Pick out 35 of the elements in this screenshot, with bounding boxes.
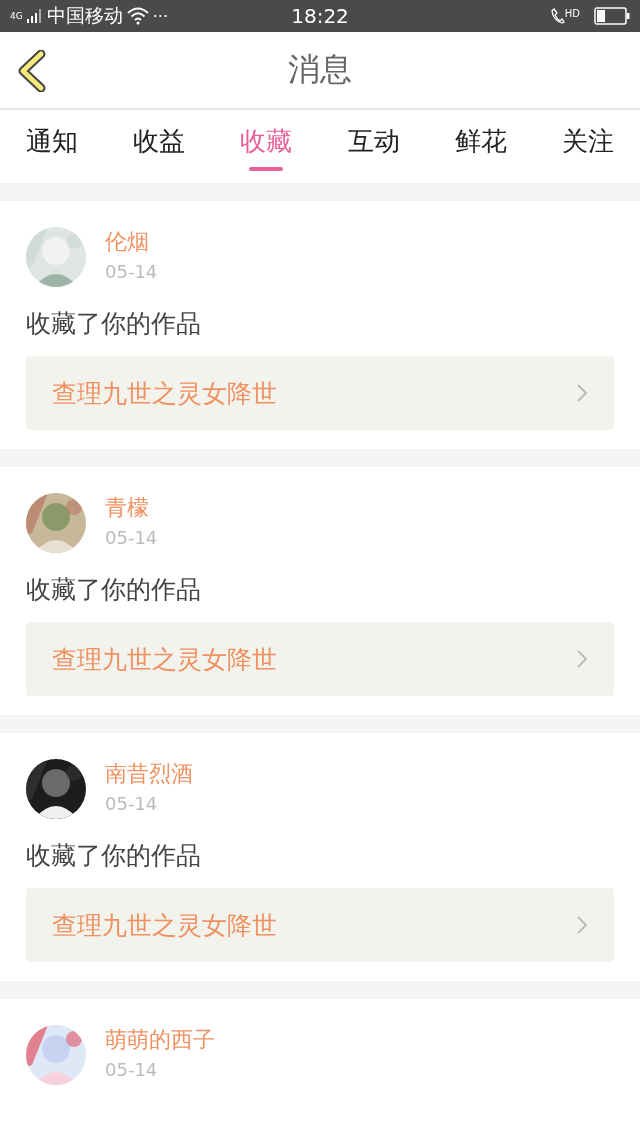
- message-date: 05-14: [105, 261, 158, 282]
- wifi-icon: [126, 7, 149, 25]
- user-name[interactable]: 青檬: [105, 493, 158, 523]
- tab[interactable]: 关注: [561, 110, 614, 183]
- message-date: 05-14: [105, 793, 159, 814]
- hd-label: HD: [564, 8, 580, 19]
- work-link[interactable]: 查理九世之灵女降世: [26, 622, 614, 696]
- chevron-icon: [576, 383, 588, 403]
- tab[interactable]: 收益: [133, 110, 186, 183]
- message-text: 收藏了你的作品: [26, 308, 202, 340]
- signal-icon: [26, 9, 43, 23]
- tab[interactable]: 收藏: [240, 110, 293, 183]
- clock: 18:22: [291, 4, 349, 28]
- network-label: 4G: [10, 11, 23, 21]
- page-title: 消息: [288, 49, 352, 90]
- message-text: 收藏了你的作品: [26, 840, 202, 872]
- message-text: 收藏了你的作品: [26, 574, 202, 606]
- user-name[interactable]: 伦烟: [105, 227, 158, 257]
- phone-icon: [550, 8, 565, 24]
- carrier-name: 中国移动: [46, 3, 123, 28]
- user-name[interactable]: 南昔烈酒: [105, 759, 193, 789]
- work-link[interactable]: 查理九世之灵女降世: [26, 888, 614, 962]
- battery-icon: [594, 7, 630, 25]
- user-name[interactable]: 萌萌的西子: [105, 1025, 215, 1055]
- tab[interactable]: 通知: [26, 110, 78, 183]
- tab[interactable]: 鲜花: [454, 110, 507, 183]
- tab[interactable]: 互动: [347, 110, 400, 183]
- tab-indicator: [249, 167, 284, 171]
- chevron-icon: [576, 915, 588, 935]
- work-link[interactable]: 查理九世之灵女降世: [26, 356, 614, 430]
- message-date: 05-14: [105, 1059, 159, 1080]
- back-icon[interactable]: [16, 50, 48, 92]
- more-indicator: ···: [152, 6, 168, 26]
- chevron-icon: [576, 649, 588, 669]
- message-date: 05-14: [105, 527, 158, 548]
